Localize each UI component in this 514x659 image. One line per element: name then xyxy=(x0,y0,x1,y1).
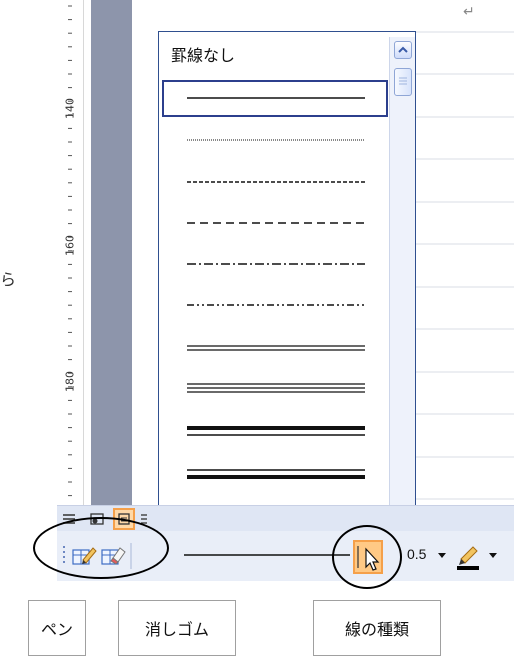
vertical-ruler: 140 160 180 xyxy=(57,0,84,505)
ruler-label-160: 160 xyxy=(63,235,77,256)
paragraph-return-mark: ↵ xyxy=(463,4,475,20)
line-weight-dropdown-arrow-icon[interactable] xyxy=(437,551,447,561)
line-style-dropdown[interactable]: 罫線なし xyxy=(158,31,416,541)
document-text-fragment: ら xyxy=(0,270,17,289)
border-color-button[interactable] xyxy=(455,543,483,571)
border-color-dropdown-arrow-icon[interactable] xyxy=(488,551,498,561)
normal-view-icon[interactable] xyxy=(61,511,77,527)
pencil-color-icon xyxy=(457,546,479,570)
tables-and-borders-toolbar: 0.5 xyxy=(57,531,514,581)
grip-icon xyxy=(399,77,407,85)
ruler-label-140: 140 xyxy=(63,98,77,119)
line-style-label: 線の種類 xyxy=(313,600,441,656)
pen-icon xyxy=(72,547,97,565)
eraser-label: 消しゴム xyxy=(118,600,236,656)
ruler-label-180: 180 xyxy=(63,371,77,392)
scroll-thumb[interactable] xyxy=(394,68,412,96)
scroll-up-button[interactable] xyxy=(394,41,412,59)
print-layout-view-icon[interactable] xyxy=(113,508,135,530)
eraser-icon xyxy=(101,547,126,565)
eraser-button[interactable] xyxy=(100,544,126,568)
pen-label: ペン xyxy=(28,600,86,656)
line-style-options xyxy=(187,97,365,523)
chevron-up-icon xyxy=(398,46,408,53)
current-line-style-preview xyxy=(184,554,350,556)
line-option-double-thin[interactable] xyxy=(187,345,365,351)
line-style-dropdown-button[interactable] xyxy=(353,540,383,574)
outline-view-icon[interactable] xyxy=(141,511,147,527)
web-layout-view-icon[interactable] xyxy=(89,511,105,527)
line-style-button-icon xyxy=(357,546,380,571)
view-mode-bar xyxy=(57,505,514,531)
page-margin-strip xyxy=(91,0,132,505)
toolbar-grip xyxy=(63,546,65,563)
line-option-triple-thin[interactable] xyxy=(187,383,365,393)
line-option-thick-thin[interactable] xyxy=(187,426,365,436)
dropdown-scrollbar[interactable] xyxy=(389,37,415,538)
screenshot-stage: 140 160 180 ら ↵ 罫線なし 0.5 ペン 消しゴム 線の種類 xyxy=(0,0,514,659)
pen-button[interactable] xyxy=(71,544,97,568)
toolbar-separator xyxy=(130,543,132,569)
line-weight-value[interactable]: 0.5 xyxy=(407,546,426,562)
line-option-thin-thick[interactable] xyxy=(187,469,365,479)
